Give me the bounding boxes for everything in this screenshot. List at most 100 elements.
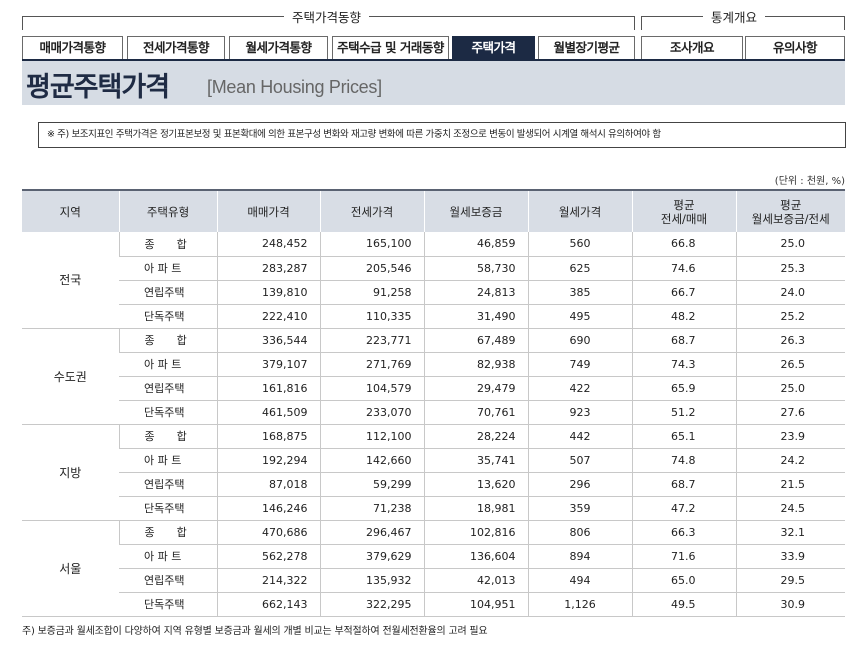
housing-type-cell: 아 파 트 — [119, 352, 217, 377]
value-cell: 71,238 — [319, 496, 424, 521]
region-cell: 수도권 — [22, 327, 119, 425]
housing-type-cell: 종 합 — [118, 232, 217, 257]
column-header: 월세가격 — [527, 189, 633, 232]
value-cell: 58,730 — [423, 256, 528, 281]
value-cell: 29,479 — [423, 376, 528, 401]
housing-type-cell: 아 파 트 — [119, 448, 217, 473]
column-header: 월세보증금 — [423, 189, 529, 232]
value-cell: 296 — [527, 472, 632, 497]
value-cell: 749 — [527, 352, 632, 377]
value-cell: 66.7 — [631, 280, 736, 305]
value-cell: 24.0 — [735, 280, 845, 305]
value-cell: 66.3 — [631, 519, 736, 545]
value-cell: 136,604 — [423, 544, 528, 569]
table-row: 아 파 트 283,287 205,546 58,730 625 74.6 25.3 — [22, 256, 845, 281]
value-cell: 205,546 — [319, 256, 424, 281]
housing-type-cell: 단독주택 — [119, 496, 217, 521]
value-cell: 322,295 — [319, 592, 424, 617]
tab-monthly-rent-trends[interactable]: 월세가격통향 — [229, 36, 328, 59]
value-cell: 74.3 — [631, 352, 736, 377]
value-cell: 65.1 — [631, 423, 736, 449]
table-header-row: 지역 주택유형 매매가격 전세가격 월세보증금 월세가격 평균 전세/매매 평균 월세보증금/… — [22, 189, 845, 232]
value-cell: 23.9 — [735, 423, 845, 449]
value-cell: 379,629 — [319, 544, 424, 569]
notice-box: ※ 주) 보조지표인 주택가격은 정기표본보정 및 표본확대에 의한 표본구성 … — [38, 122, 846, 148]
value-cell: 59,299 — [319, 472, 424, 497]
value-cell: 68.7 — [631, 327, 736, 353]
table-row: 아 파 트 379,107 271,769 82,938 749 74.3 26.5 — [22, 352, 845, 377]
value-cell: 33.9 — [735, 544, 845, 569]
tab-housing-prices[interactable]: 주택가격 — [452, 36, 535, 59]
housing-type-cell: 종 합 — [118, 519, 217, 545]
housing-type-cell: 종 합 — [118, 327, 217, 353]
value-cell: 248,452 — [216, 232, 320, 257]
value-cell: 25.0 — [735, 232, 845, 257]
page-subtitle: [Mean Housing Prices] — [207, 77, 382, 97]
value-cell: 283,287 — [216, 256, 320, 281]
value-cell: 66.8 — [631, 232, 736, 257]
table-row: 연립주택 161,816 104,579 29,479 422 65.9 25.0 — [22, 376, 845, 401]
page-title-banner: 평균주택가격 [Mean Housing Prices] — [22, 61, 845, 105]
value-cell: 379,107 — [216, 352, 320, 377]
value-cell: 30.9 — [735, 592, 845, 617]
housing-type-cell: 단독주택 — [119, 400, 217, 425]
value-cell: 46,859 — [423, 232, 528, 257]
value-cell: 296,467 — [319, 519, 424, 545]
footnote: 주) 보증금과 월세조합이 다양하여 지역 유형별 보증금과 월세의 개별 비교… — [22, 626, 488, 637]
column-header: 매매가격 — [216, 189, 321, 232]
value-cell: 168,875 — [216, 423, 320, 449]
value-cell: 26.3 — [735, 327, 845, 353]
tab-sale-price-trends[interactable]: 매매가격통향 — [22, 36, 123, 59]
value-cell: 67,489 — [423, 327, 528, 353]
value-cell: 24.5 — [735, 496, 845, 521]
value-cell: 32.1 — [735, 519, 845, 545]
region-cell: 지방 — [22, 423, 119, 521]
value-cell: 29.5 — [735, 568, 845, 593]
tab-notes[interactable]: 유의사항 — [745, 36, 845, 59]
value-cell: 690 — [527, 327, 632, 353]
value-cell: 625 — [527, 256, 632, 281]
value-cell: 214,322 — [216, 568, 320, 593]
table-row: 수도권 종 합 336,544 223,771 67,489 690 68.7 26.3 — [22, 327, 845, 425]
region-cell: 전국 — [22, 232, 119, 329]
tab-jeonse-price-trends[interactable]: 전세가격통향 — [127, 36, 225, 59]
column-header: 주택유형 — [118, 189, 218, 232]
value-cell: 110,335 — [319, 304, 424, 329]
table-row: 연립주택 214,322 135,932 42,013 494 65.0 29.5 — [22, 568, 845, 593]
value-cell: 68.7 — [631, 472, 736, 497]
value-cell: 806 — [527, 519, 632, 545]
nav-group-statistics-overview: 통계개요 — [641, 6, 845, 30]
value-cell: 923 — [527, 400, 632, 425]
value-cell: 25.0 — [735, 376, 845, 401]
tab-supply-transaction-trends[interactable]: 주택수급 및 거래동향 — [332, 36, 449, 59]
nav-group-title: 통계개요 — [703, 7, 766, 26]
value-cell: 65.0 — [631, 568, 736, 593]
table-row: 아 파 트 192,294 142,660 35,741 507 74.8 24.2 — [22, 448, 845, 473]
value-cell: 25.2 — [735, 304, 845, 329]
value-cell: 104,579 — [319, 376, 424, 401]
value-cell: 48.2 — [631, 304, 736, 329]
value-cell: 470,686 — [216, 519, 320, 545]
value-cell: 42,013 — [423, 568, 528, 593]
unit-label: (단위 : 천원, %) — [774, 176, 845, 187]
value-cell: 495 — [527, 304, 632, 329]
value-cell: 422 — [527, 376, 632, 401]
value-cell: 560 — [527, 232, 632, 257]
value-cell: 21.5 — [735, 472, 845, 497]
value-cell: 65.9 — [631, 376, 736, 401]
value-cell: 25.3 — [735, 256, 845, 281]
table-row: 서울 종 합 470,686 296,467 102,816 806 66.3 32.1 — [22, 519, 845, 617]
table-row: 아 파 트 562,278 379,629 136,604 894 71.6 33.9 — [22, 544, 845, 569]
value-cell: 507 — [527, 448, 632, 473]
column-header: 평균 전세/매매 — [631, 189, 737, 232]
tab-monthly-long-term-average[interactable]: 월별장기평균 — [538, 36, 635, 59]
value-cell: 74.6 — [631, 256, 736, 281]
value-cell: 192,294 — [216, 448, 320, 473]
value-cell: 359 — [527, 496, 632, 521]
housing-type-cell: 연립주택 — [119, 568, 217, 593]
value-cell: 442 — [527, 423, 632, 449]
value-cell: 91,258 — [319, 280, 424, 305]
tab-survey-overview[interactable]: 조사개요 — [641, 36, 743, 59]
value-cell: 74.8 — [631, 448, 736, 473]
value-cell: 146,246 — [216, 496, 320, 521]
